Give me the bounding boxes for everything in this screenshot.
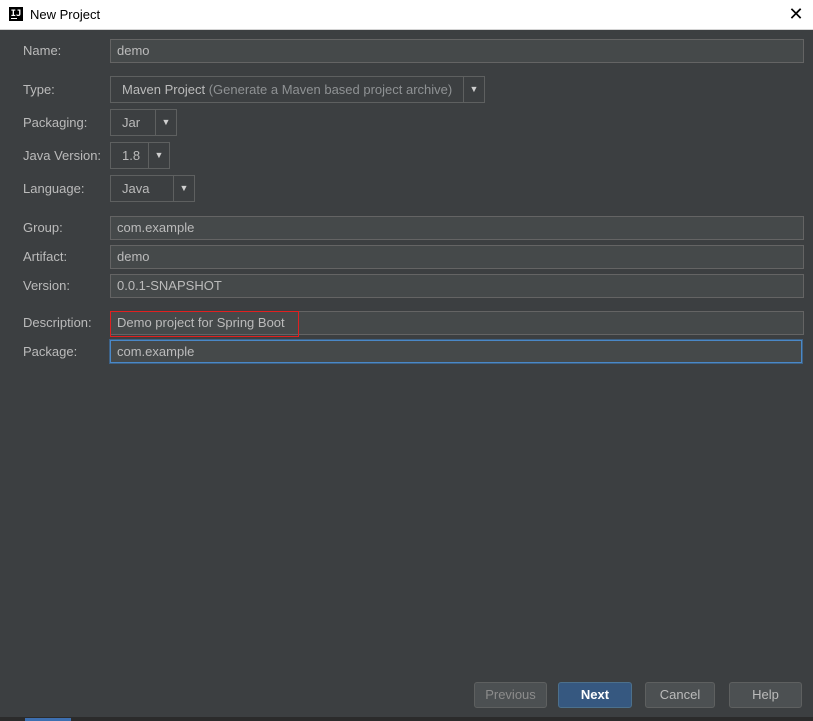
- version-field[interactable]: 0.0.1-SNAPSHOT: [110, 274, 804, 298]
- package-field[interactable]: com.example: [110, 340, 802, 363]
- type-value: Maven Project: [122, 82, 206, 97]
- next-button[interactable]: Next: [558, 682, 632, 708]
- chevron-down-icon[interactable]: ▼: [463, 77, 484, 102]
- artifact-field[interactable]: demo: [110, 245, 804, 269]
- java-version-value: 1.8: [122, 148, 141, 163]
- packaging-combobox[interactable]: Jar ▼: [110, 109, 177, 136]
- close-icon[interactable]: ✕: [779, 0, 813, 29]
- intellij-logo-icon: IJ: [9, 7, 23, 21]
- help-button[interactable]: Help: [729, 682, 802, 708]
- group-field[interactable]: com.example: [110, 216, 804, 240]
- type-combobox[interactable]: Maven Project (Generate a Maven based pr…: [110, 76, 485, 103]
- chevron-down-icon[interactable]: ▼: [148, 143, 169, 168]
- artifact-label: Artifact:: [23, 249, 68, 264]
- annotation-highlight-box: [110, 311, 299, 337]
- packaging-value: Jar: [122, 115, 141, 130]
- package-label: Package:: [23, 344, 78, 359]
- packaging-label: Packaging:: [23, 115, 88, 130]
- cancel-button[interactable]: Cancel: [645, 682, 715, 708]
- type-hint: (Generate a Maven based project archive): [208, 82, 453, 97]
- description-label: Description:: [23, 315, 92, 330]
- language-value: Java: [122, 181, 150, 196]
- previous-button[interactable]: Previous: [474, 682, 547, 708]
- version-label: Version:: [23, 278, 70, 293]
- language-combobox[interactable]: Java ▼: [110, 175, 195, 202]
- group-label: Group:: [23, 220, 63, 235]
- title-bar: IJ New Project ✕: [0, 0, 813, 30]
- type-label: Type:: [23, 82, 55, 97]
- window-title: New Project: [30, 7, 101, 22]
- name-field[interactable]: demo: [110, 39, 804, 63]
- taskbar-strip: [0, 717, 813, 721]
- chevron-down-icon[interactable]: ▼: [173, 176, 194, 201]
- java-version-combobox[interactable]: 1.8 ▼: [110, 142, 170, 169]
- java-version-label: Java Version:: [23, 148, 102, 163]
- chevron-down-icon[interactable]: ▼: [155, 110, 176, 135]
- language-label: Language:: [23, 181, 85, 196]
- name-label: Name:: [23, 43, 62, 58]
